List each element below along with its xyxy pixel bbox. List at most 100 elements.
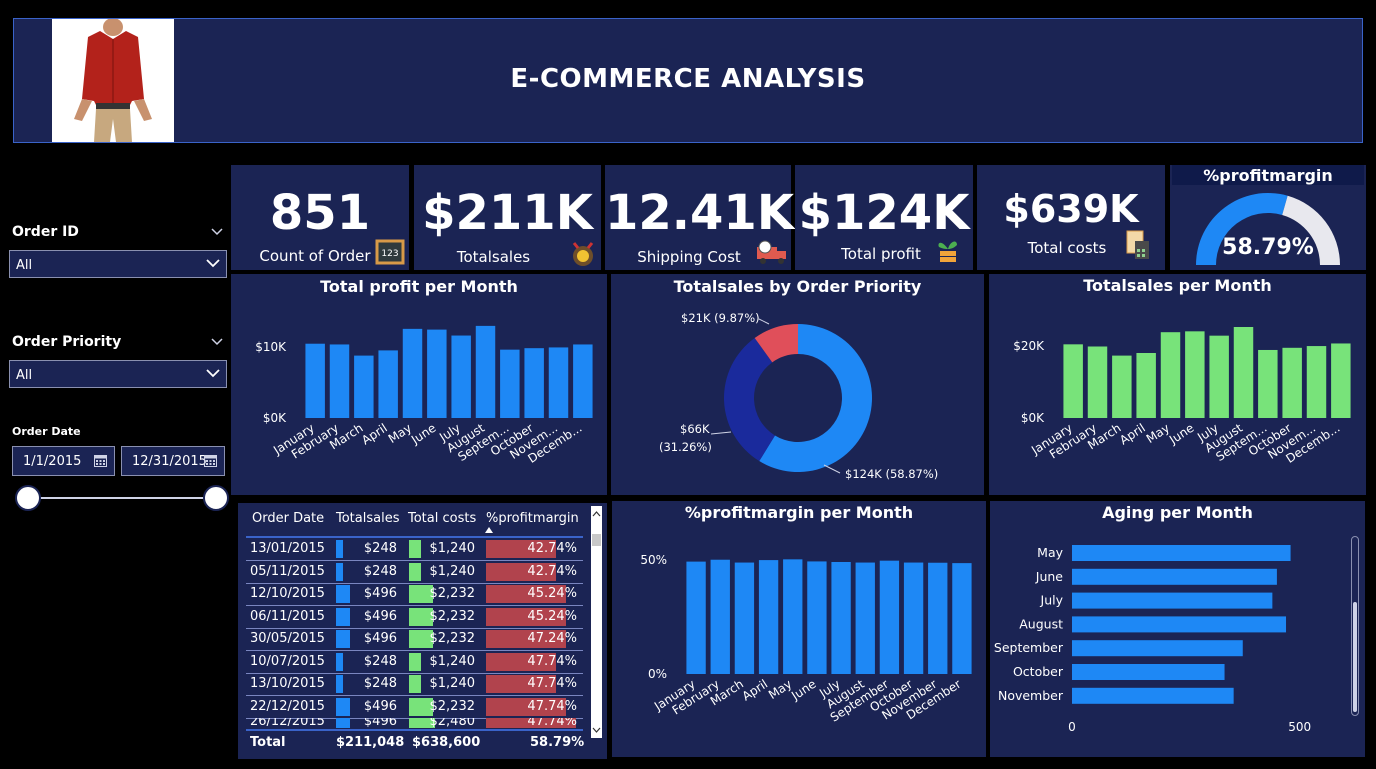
slider-start-handle[interactable]: [15, 485, 41, 511]
y-tick-label: June: [1035, 569, 1064, 584]
bar: [378, 350, 398, 418]
cell-totalsales: $496: [363, 608, 397, 624]
column-header-total-costs[interactable]: Total costs: [408, 511, 476, 526]
table-row[interactable]: 05/11/2015 $248 $1,240 42.74%: [246, 561, 583, 584]
profit-per-month-chart: JanuaryFebruaryMarchAprilMayJuneJulyAugu…: [255, 325, 593, 466]
y-tick-label: May: [1037, 545, 1063, 560]
bar: [427, 329, 447, 418]
cell-order-date: 30/05/2015: [250, 631, 325, 646]
bar: [524, 348, 544, 418]
x-tick-label: June: [408, 421, 438, 448]
x-tick-label: 0: [1068, 720, 1076, 734]
table-row[interactable]: 06/11/2015 $496 $2,232 45.24%: [246, 606, 583, 629]
total-label: Total: [250, 735, 286, 750]
cell-total-costs: $2,232: [429, 586, 476, 601]
kpi-value: 851: [269, 185, 371, 241]
column-header-profitmargin[interactable]: %profitmargin: [486, 511, 579, 526]
cell-totalsales: $496: [363, 586, 397, 601]
y-tick-label: $20K: [1013, 339, 1045, 353]
bar: [807, 561, 827, 674]
order-priority-dropdown[interactable]: All: [9, 360, 227, 388]
date-range-slider[interactable]: [14, 484, 232, 514]
aging-scrollbar[interactable]: [1351, 536, 1359, 716]
calendar-icon[interactable]: [94, 454, 108, 467]
bar: [1072, 568, 1277, 585]
start-date-input[interactable]: 1/1/2015: [12, 446, 115, 476]
chevron-down-icon: [206, 369, 220, 378]
table-row[interactable]: 26/12/2015 $496 $2,480 47.74%: [246, 718, 583, 728]
y-tick-label: August: [1019, 616, 1063, 631]
table-scrollbar[interactable]: [591, 506, 602, 738]
leader-line: [758, 318, 770, 325]
bar: [1072, 545, 1291, 561]
chevron-down-icon[interactable]: [211, 338, 223, 346]
costs-databar: [409, 675, 421, 693]
table-row[interactable]: 22/12/2015 $496 $2,232 47.74%: [246, 696, 583, 719]
slider-end-handle[interactable]: [203, 485, 229, 511]
bar: [734, 562, 755, 674]
kpi-value: 12.41K: [605, 185, 795, 241]
sales-by-priority-panel: Totalsales by Order Priority $21K (9.87%…: [611, 274, 984, 495]
bar: [1072, 616, 1287, 633]
gauge-title: %profitmargin: [1203, 166, 1333, 185]
cell-profitmargin: 45.24%: [527, 586, 577, 601]
gauge-value: 58.79%: [1222, 235, 1314, 260]
table-row[interactable]: 30/05/2015 $496 $2,232 47.24%: [246, 628, 583, 651]
table-row[interactable]: 10/07/2015 $248 $1,240 47.74%: [246, 651, 583, 674]
cell-totalsales: $248: [363, 563, 397, 579]
cell-total-costs: $1,240: [429, 541, 476, 556]
table-row[interactable]: 12/10/2015 $496 $2,232 45.24%: [246, 583, 583, 606]
start-date-value: 1/1/2015: [23, 454, 82, 469]
bar: [500, 349, 520, 418]
sales-per-month-panel: Totalsales per Month January February Marc…: [989, 274, 1366, 495]
donut-slice: [724, 338, 775, 462]
order-id-label: Order ID: [12, 224, 79, 240]
cell-totalsales: $248: [363, 541, 397, 556]
cell-profitmargin: 47.74%: [527, 676, 577, 691]
cell-total-costs: $1,240: [429, 653, 476, 669]
bar: [1209, 335, 1229, 418]
plant-coins-icon: [938, 241, 957, 262]
costs-databar: [409, 540, 421, 558]
bar: [686, 561, 706, 674]
cell-totalsales: $248: [363, 676, 397, 691]
bar: [855, 562, 875, 674]
bar: [879, 560, 900, 674]
table-row[interactable]: 13/10/2015 $248 $1,240 47.74%: [246, 673, 583, 696]
column-header-totalsales[interactable]: Totalsales: [336, 511, 399, 526]
column-header-order-date[interactable]: Order Date: [252, 511, 324, 526]
cell-order-date: 26/12/2015: [250, 718, 325, 728]
profit-per-month-panel: Total profit per Month January February Ma…: [231, 274, 607, 495]
leader-line: [710, 431, 732, 435]
sales-databar: [336, 585, 350, 603]
delivery-truck-icon: [757, 240, 786, 264]
margin-per-month-panel: %profitmargin per Month January February M…: [612, 501, 986, 757]
sort-ascending-icon: [485, 527, 493, 533]
table-row[interactable]: 13/01/2015 $248 $1,240 42.74%: [246, 538, 583, 561]
sales-per-month-chart: JanuaryFebruaryMarchAprilMayJuneJulyAugu…: [1013, 327, 1351, 466]
bar: [1063, 344, 1083, 418]
page-title: E-COMMERCE ANALYSIS: [510, 64, 866, 94]
kpi-count-of-order: 851 Count of Order 123: [231, 165, 409, 270]
cell-order-date: 13/10/2015: [250, 676, 325, 691]
chevron-down-icon[interactable]: [211, 228, 223, 236]
bar: [1072, 664, 1225, 680]
order-id-dropdown[interactable]: All: [9, 250, 227, 278]
donut-label-medium-pct: (31.26%): [659, 440, 712, 454]
bar: [1233, 327, 1254, 418]
cell-total-costs: $2,232: [429, 698, 476, 714]
kpi-value: $211K: [422, 185, 593, 241]
end-date-input[interactable]: 12/31/2015: [121, 446, 225, 476]
bar: [1306, 346, 1327, 418]
order-date-label: Order Date: [12, 425, 81, 438]
cell-totalsales: $496: [363, 698, 397, 714]
cell-order-date: 12/10/2015: [250, 586, 325, 601]
bar: [710, 559, 730, 674]
y-tick-label: October: [1013, 664, 1064, 679]
kpi-value: $124K: [798, 185, 970, 241]
kpi-total-costs: $639K Total costs: [977, 165, 1165, 270]
bar: [783, 559, 803, 674]
bar: [952, 563, 972, 674]
cell-total-costs: $2,232: [429, 631, 476, 646]
calendar-icon[interactable]: [204, 454, 218, 467]
